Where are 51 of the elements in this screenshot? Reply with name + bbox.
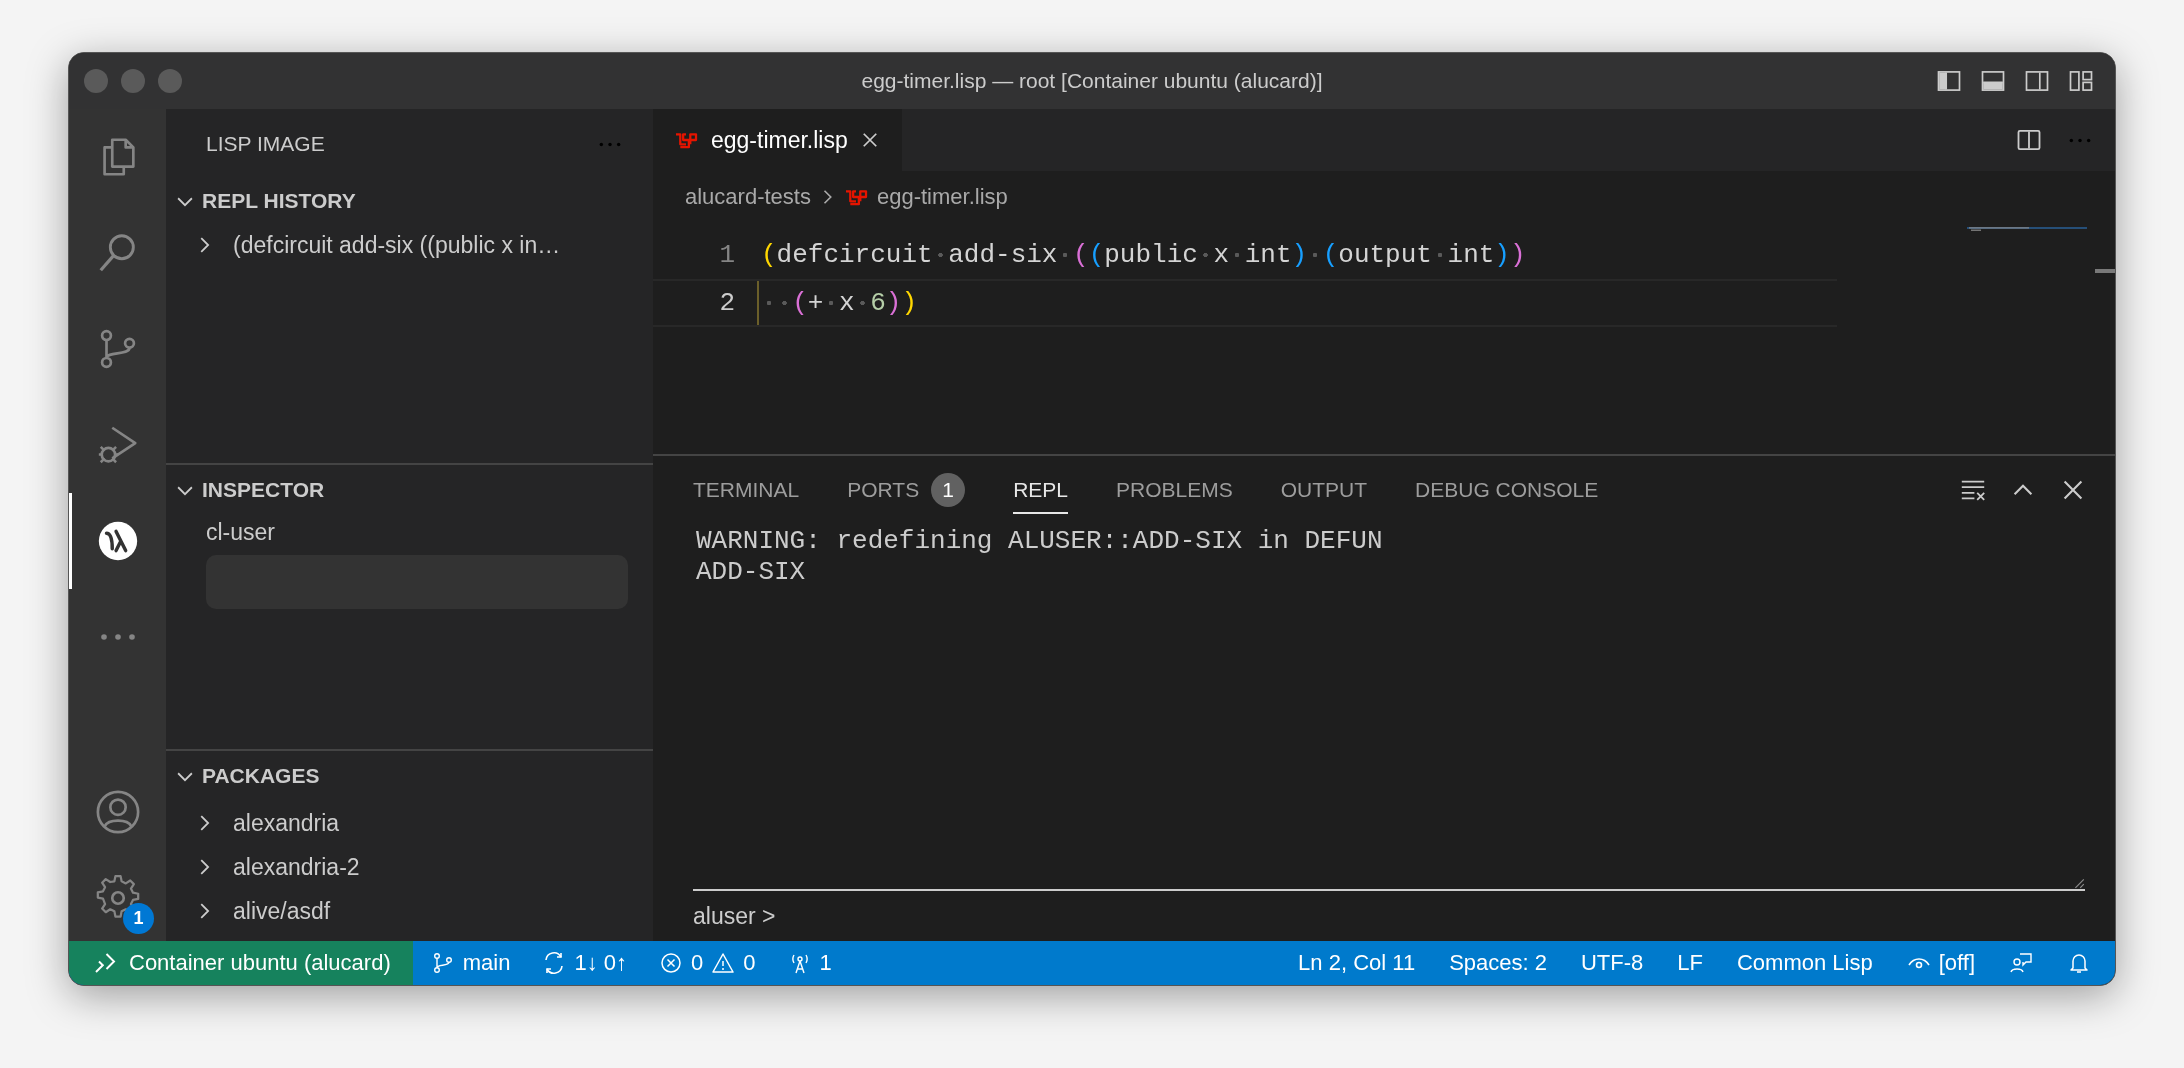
lisp-file-icon	[673, 130, 699, 150]
code-line: (+ x 6))	[757, 281, 918, 325]
remote-icon	[93, 951, 117, 975]
line-number: 1	[718, 240, 735, 270]
tree-item[interactable]: alexandria	[166, 801, 653, 845]
account-icon[interactable]	[94, 789, 141, 835]
section-header[interactable]: PACKAGES	[166, 751, 653, 801]
window-title: egg-timer.lisp — root [Container ubuntu (alucard)]	[861, 69, 1323, 93]
tab-label: egg-timer.lisp	[711, 126, 848, 154]
repl-prompt: aluser >	[692, 902, 777, 931]
breadcrumb-item[interactable]: egg-timer.lisp	[842, 184, 1008, 210]
output-line: ADD-SIX	[696, 557, 807, 588]
breadcrumb-item[interactable]: alucard-tests	[685, 184, 811, 210]
scrollbar-thumb[interactable]	[2095, 269, 2115, 273]
status-item[interactable]: Spaces: 2	[1449, 950, 1547, 976]
resize-grip-icon	[2073, 877, 2085, 889]
notification-badge: 1	[123, 903, 154, 934]
tree-item[interactable]: alexandria-2	[166, 845, 653, 889]
status-item[interactable]: LF	[1677, 950, 1703, 976]
count-badge: 1	[931, 473, 966, 507]
package-name: cl-user	[205, 517, 276, 547]
bell-icon[interactable]	[2067, 951, 2091, 975]
output-line: WARNING: redefining ALUSER::ADD-SIX in DEFUN	[696, 526, 1384, 557]
panel-tab[interactable]: PROBLEMS	[1116, 468, 1233, 514]
remote-indicator[interactable]: Container ubuntu (alucard)	[69, 941, 413, 985]
tree-item[interactable]: alive/asdf	[166, 889, 653, 933]
status-item[interactable]: 0	[659, 950, 704, 976]
section-header[interactable]: INSPECTOR	[166, 465, 653, 515]
editor-tab[interactable]: egg-timer.lisp	[653, 109, 902, 171]
status-item[interactable]: 0	[711, 950, 756, 976]
panel-tab[interactable]: OUTPUT	[1280, 468, 1368, 514]
repl-input-field[interactable]	[693, 881, 2085, 891]
line-number: 2	[718, 288, 735, 318]
status-item[interactable]: main	[430, 950, 511, 976]
panel-tab[interactable]: REPL	[1013, 468, 1068, 514]
section-header[interactable]: REPL HISTORY	[166, 179, 653, 223]
status-item[interactable]: 1	[787, 950, 832, 976]
feedback-icon[interactable]	[2009, 951, 2033, 975]
error-icon	[659, 951, 683, 975]
status-item[interactable]: UTF-8	[1580, 950, 1644, 976]
panel-tab[interactable]: TERMINAL	[693, 468, 800, 514]
status-item[interactable]: Common Lisp	[1737, 950, 1873, 976]
tree-item[interactable]: (defcircuit add-six ((public x in…	[166, 223, 653, 267]
sidebar-title: LISP IMAGE	[206, 132, 325, 156]
warning-icon	[711, 951, 736, 975]
status-item[interactable]: [off]	[1906, 950, 1975, 976]
status-item[interactable]: Ln 2, Col 11	[1298, 950, 1416, 976]
status-item[interactable]: 1↓ 0↑	[542, 950, 627, 976]
panel-tab[interactable]: PORTS 1	[847, 468, 966, 514]
code-line: (defcircuit add-six ((public x int) (output int))	[760, 239, 1526, 272]
panel-tab[interactable]: DEBUG CONSOLE	[1415, 468, 1599, 514]
